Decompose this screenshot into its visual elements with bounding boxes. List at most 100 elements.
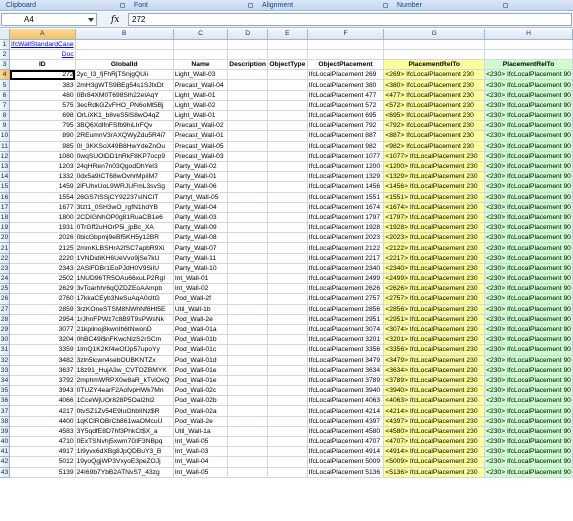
cell-b[interactable]: 2CDIGNhOP0g81RuaCB1e6 [75,212,174,224]
cell-c[interactable]: Light_Wall-02 [173,100,229,112]
cell-h[interactable]: <230> IfcLocalPlacement 90 [484,334,573,346]
cell-h[interactable]: PlacementRelTo [484,59,573,71]
cell-a[interactable]: 4583 [9,426,76,438]
cell-c[interactable]: Pod_Wall-01e [173,365,229,376]
cell-a[interactable]: 985 [9,141,76,152]
cell-b[interactable]: 26GS7tSSjCY92237sINCIT [75,192,174,203]
row-header[interactable]: 9 [0,120,10,132]
row-header[interactable]: 7 [0,100,10,112]
cell-f[interactable]: IfcLocalPlacement 2023 [307,232,385,244]
cell-d[interactable] [227,355,269,366]
cell-b[interactable]: 0I_3KKSoX49B8HwYdeZnOu [75,141,174,152]
cell-h[interactable]: <230> IfcLocalPlacement 90 [484,436,573,448]
cell-e[interactable] [267,355,308,366]
cell-g[interactable]: <2023> IfcLocalPlacement 230 [383,232,486,244]
cell-a[interactable]: 2760 [9,293,76,305]
cell-f[interactable]: IfcLocalPlacement 1077 [307,151,385,162]
cell-b[interactable] [75,39,174,50]
cell-c[interactable]: Name [173,59,229,71]
cell-c[interactable]: Pod_Wall-02c [173,385,229,397]
cell-h[interactable]: <230> IfcLocalPlacement 90 [484,263,573,275]
cell-f[interactable]: IfcLocalPlacement 4063 [307,395,385,407]
cell-g[interactable]: <3789> IfcLocalPlacement 230 [383,375,486,387]
cell-g[interactable]: <3940> IfcLocalPlacement 230 [383,385,486,397]
cell-e[interactable] [267,242,308,254]
cell-h[interactable]: <230> IfcLocalPlacement 90 [484,365,573,376]
row-header[interactable]: 15 [0,181,10,193]
cell-b[interactable]: 1lmQ1K2Kf4wOfJp57upoYy [75,344,174,356]
row-header[interactable]: 21 [0,242,10,254]
row-header[interactable]: 8 [0,110,10,122]
cell-e[interactable] [267,120,308,132]
cell-e[interactable] [267,446,308,458]
cell-d[interactable] [227,232,269,244]
cell-b[interactable]: 1I9yvx6dXBg8JpQDBuY3_B [75,446,174,458]
cell-b[interactable]: 0hBC49i$nFKwcNizS2rSCm [75,334,174,346]
cell-f[interactable]: IfcLocalPlacement 4707 [307,436,385,448]
cell-a[interactable]: 1554 [9,192,76,203]
row-header[interactable]: 31 [0,344,10,356]
cell-c[interactable] [173,49,229,61]
cell-a[interactable]: 480 [9,90,76,101]
cell-f[interactable]: IfcLocalPlacement 4914 [307,446,385,458]
column-header-h[interactable]: H [484,29,573,40]
cell-h[interactable]: <230> IfcLocalPlacement 90 [484,467,573,478]
cell-d[interactable] [227,426,269,438]
column-header-c[interactable]: C [173,29,229,40]
cell-c[interactable]: Int_Wall-03 [173,446,229,458]
cell-c[interactable]: Party_Wall-06 [173,181,229,193]
cell-b[interactable]: GlobalId [75,59,174,71]
cell-f[interactable]: IfcLocalPlacement 3356 [307,344,385,356]
cell-e[interactable] [267,171,308,183]
cell-b[interactable]: 2yc_I3_fjFhRjTSnjgQUii [75,69,174,81]
cell-f[interactable]: IfcLocalPlacement 2951 [307,314,385,325]
row-header[interactable]: 27 [0,304,10,315]
chevron-down-icon[interactable] [88,18,94,22]
row-header[interactable]: 22 [0,253,10,264]
cell-b[interactable]: 19yoQgjWP3VxyoE3peZOJj [75,456,174,468]
cell-c[interactable]: Party_Wall-09 [173,222,229,234]
cell-a[interactable]: 272 [9,69,76,81]
cell-h[interactable]: <230> IfcLocalPlacement 90 [484,324,573,336]
cell-a[interactable]: 2220 [9,253,76,264]
cell-e[interactable] [267,141,308,152]
cell-a[interactable]: 1800 [9,212,76,224]
cell-f[interactable] [307,39,385,50]
cell-d[interactable] [227,130,269,142]
row-header[interactable]: 4 [0,69,10,81]
cell-d[interactable] [227,334,269,346]
cell-a[interactable]: 2629 [9,283,76,295]
cell-h[interactable]: <230> IfcLocalPlacement 90 [484,202,573,213]
cell-b[interactable]: 0TrGff2uHOrP5i_jpBc_XA [75,222,174,234]
row-header[interactable]: 11 [0,141,10,152]
cell-e[interactable] [267,253,308,264]
cell-e[interactable] [267,467,308,478]
cell-e[interactable] [267,375,308,387]
column-header-d[interactable]: D [227,29,269,40]
cell-f[interactable]: IfcLocalPlacement 2757 [307,293,385,305]
column-header-f[interactable]: F [307,29,385,40]
cell-e[interactable] [267,69,308,81]
cell-g[interactable]: <792> IfcLocalPlacement 230 [383,120,486,132]
cell-h[interactable]: <230> IfcLocalPlacement 90 [484,405,573,417]
cell-h[interactable]: <230> IfcLocalPlacement 90 [484,90,573,101]
ribbon-group-font[interactable]: Font [128,0,256,10]
cell-b[interactable]: 24I69b7YbB2ATNvS7_43zg [75,467,174,478]
cell-h[interactable] [484,49,573,61]
cell-b[interactable]: 17kkaCEyb3NeSuAqA0cItG [75,293,174,305]
ribbon-group-clipboard[interactable]: Clipboard [0,0,128,10]
cell-c[interactable]: Pod_Wall-01b [173,334,229,346]
cell-h[interactable]: <230> IfcLocalPlacement 90 [484,446,573,458]
cell-a[interactable]: 698 [9,110,76,122]
cell-f[interactable]: IfcLocalPlacement 5136 [307,467,385,478]
cell-e[interactable] [267,365,308,376]
cell-a[interactable]: 1080 [9,151,76,162]
cell-e[interactable] [267,130,308,142]
cell-e[interactable] [267,79,308,91]
cell-a[interactable]: 1332 [9,171,76,183]
cell-h[interactable]: <230> IfcLocalPlacement 90 [484,110,573,122]
cell-g[interactable]: <4707> IfcLocalPlacement 230 [383,436,486,448]
cell-f[interactable]: IfcLocalPlacement 2340 [307,263,385,275]
cell-d[interactable] [227,283,269,295]
row-header[interactable]: 25 [0,283,10,295]
